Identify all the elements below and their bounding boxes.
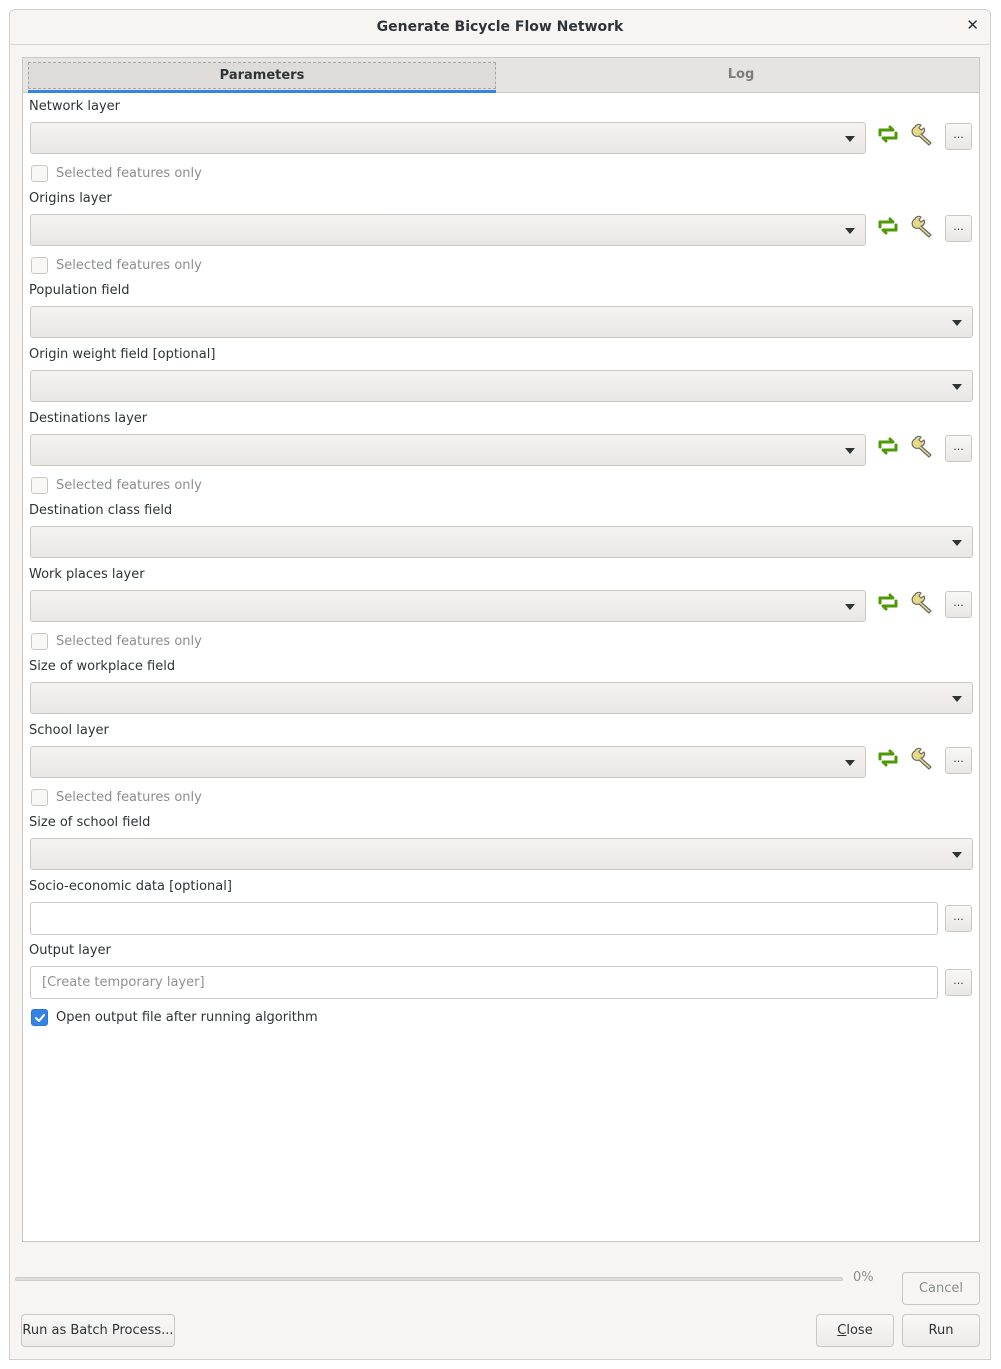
active-tab-indicator [28,90,496,93]
run-as-batch-button[interactable]: Run as Batch Process... [21,1314,175,1347]
chevron-down-icon [845,228,855,234]
school-layer-browse-button[interactable]: ... [945,747,972,774]
destinations-layer-label: Destinations layer [29,411,148,426]
size-of-school-field-label: Size of school field [29,815,151,830]
chevron-down-icon [845,136,855,142]
socio-economic-browse-button[interactable]: ... [945,905,972,932]
origins-selected-only-label: Selected features only [56,258,202,273]
tab-log[interactable]: Log [507,58,975,92]
work-places-layer-label: Work places layer [29,567,145,582]
destinations-selected-only-checkbox[interactable] [31,477,48,494]
origin-weight-field-combo[interactable] [30,370,973,402]
open-output-label: Open output file after running algorithm [56,1010,318,1025]
origin-weight-field-label: Origin weight field [optional] [29,347,216,362]
open-output-checkbox[interactable] [31,1009,48,1026]
close-mnemonic: C [837,1323,847,1338]
output-layer-input[interactable] [30,966,938,999]
size-of-workplace-field-label: Size of workplace field [29,659,176,674]
destinations-layer-browse-button[interactable]: ... [945,435,972,462]
destination-class-field-label: Destination class field [29,503,173,518]
network-layer-browse-button[interactable]: ... [945,123,972,150]
output-layer-label: Output layer [29,943,111,958]
destinations-layer-combo[interactable] [30,434,866,466]
population-field-combo[interactable] [30,306,973,338]
chevron-down-icon [952,696,962,702]
population-field-label: Population field [29,283,130,298]
school-selected-only-label: Selected features only [56,790,202,805]
work-places-selected-only-label: Selected features only [56,634,202,649]
network-selected-only-checkbox[interactable] [31,165,48,182]
iterate-features-icon[interactable] [875,213,901,239]
origins-layer-label: Origins layer [29,191,112,206]
network-layer-combo[interactable] [30,122,866,154]
chevron-down-icon [845,448,855,454]
iterate-features-icon[interactable] [875,433,901,459]
run-button[interactable]: Run [902,1314,980,1347]
wrench-icon[interactable] [911,589,937,615]
socio-economic-data-input[interactable] [30,902,938,935]
school-layer-combo[interactable] [30,746,866,778]
output-layer-browse-button[interactable]: ... [945,969,972,996]
iterate-features-icon[interactable] [875,589,901,615]
chevron-down-icon [845,760,855,766]
close-label-rest: lose [846,1323,873,1338]
chevron-down-icon [952,540,962,546]
tab-parameters-label: Parameters [28,62,496,89]
close-window-icon[interactable]: ✕ [966,16,979,34]
wrench-icon[interactable] [911,213,937,239]
chevron-down-icon [952,320,962,326]
destination-class-field-combo[interactable] [30,526,973,558]
origins-layer-combo[interactable] [30,214,866,246]
dialog-window: Generate Bicycle Flow Network ✕ Paramete… [9,9,991,1360]
origins-selected-only-checkbox[interactable] [31,257,48,274]
origins-layer-browse-button[interactable]: ... [945,215,972,242]
iterate-features-icon[interactable] [875,121,901,147]
socio-economic-data-label: Socio-economic data [optional] [29,879,232,894]
iterate-features-icon[interactable] [875,745,901,771]
work-places-layer-browse-button[interactable]: ... [945,591,972,618]
school-layer-label: School layer [29,723,109,738]
title-bar: Generate Bicycle Flow Network ✕ [10,10,990,45]
size-of-school-field-combo[interactable] [30,838,973,870]
cancel-button[interactable]: Cancel [902,1272,980,1305]
progress-percent: 0% [853,1270,874,1285]
tab-parameters[interactable]: Parameters [28,58,496,93]
wrench-icon[interactable] [911,745,937,771]
work-places-selected-only-checkbox[interactable] [31,633,48,650]
school-selected-only-checkbox[interactable] [31,789,48,806]
network-layer-label: Network layer [29,99,121,114]
chevron-down-icon [952,384,962,390]
checkmark-icon [35,1014,45,1022]
chevron-down-icon [952,852,962,858]
tab-panel: Parameters Log Network layer ... Selecte… [22,57,980,1242]
window-title: Generate Bicycle Flow Network [376,19,624,35]
chevron-down-icon [845,604,855,610]
destinations-selected-only-label: Selected features only [56,478,202,493]
tab-bar: Parameters Log [23,58,979,93]
network-selected-only-label: Selected features only [56,166,202,181]
wrench-icon[interactable] [911,433,937,459]
work-places-layer-combo[interactable] [30,590,866,622]
progress-bar [15,1277,843,1281]
size-of-workplace-field-combo[interactable] [30,682,973,714]
wrench-icon[interactable] [911,121,937,147]
close-button[interactable]: Close [816,1314,894,1347]
